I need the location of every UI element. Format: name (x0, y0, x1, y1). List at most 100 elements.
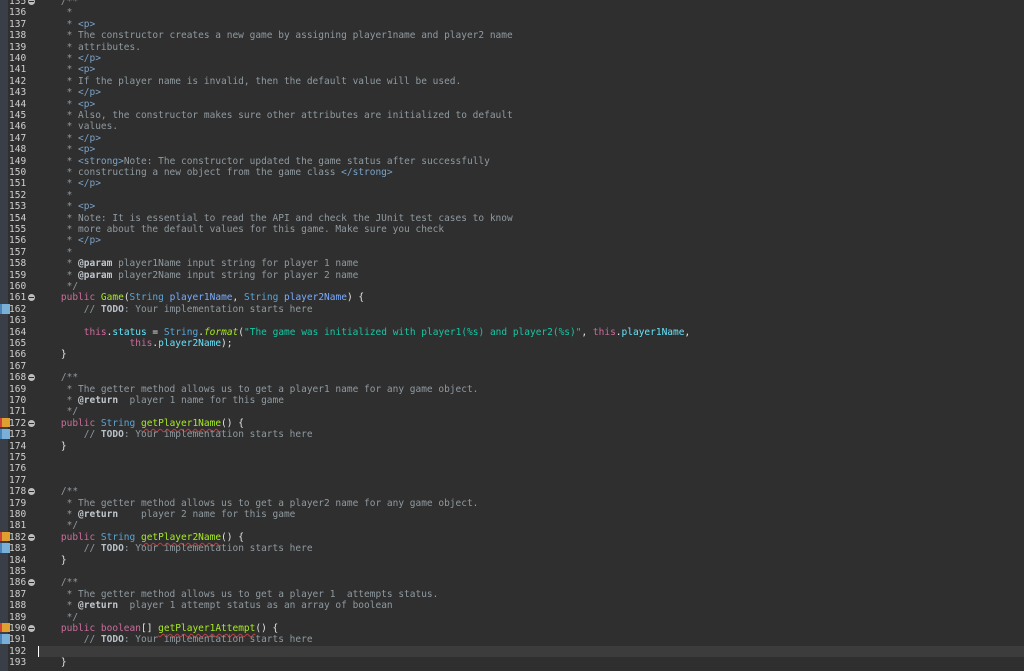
code-token: player2Name input string for player 2 na… (112, 269, 359, 281)
code-line[interactable]: /** (38, 372, 1024, 383)
code-line[interactable]: } (38, 555, 1024, 566)
fold-toggle-icon[interactable] (28, 533, 35, 541)
line-number: 137 (9, 18, 27, 30)
fold-toggle-icon[interactable] (28, 579, 35, 587)
gutter-line: 170 (0, 395, 38, 406)
gutter-line: 166 (0, 349, 38, 360)
code-line[interactable]: /** (38, 577, 1024, 588)
code-line[interactable] (38, 566, 1024, 577)
code-line[interactable]: } (38, 349, 1024, 360)
code-token: format (203, 326, 239, 338)
code-line[interactable]: /** (38, 0, 1024, 7)
gutter-line: 168 (0, 372, 38, 383)
code-line[interactable]: // TODO: Your implementation starts here (38, 304, 1024, 315)
code-line[interactable]: this.status = String.format("The game wa… (38, 327, 1024, 338)
code-line[interactable]: * attributes. (38, 42, 1024, 53)
line-number: 160 (9, 281, 27, 292)
code-token: <strong> (78, 155, 124, 167)
code-line[interactable]: */ (38, 612, 1024, 623)
code-line[interactable]: /** (38, 486, 1024, 497)
code-editor[interactable]: 135 136 137 138 139 140 141 142 143 144 145 146 147 1… (0, 0, 1024, 671)
code-line[interactable] (38, 475, 1024, 486)
code-line[interactable]: public Game(String player1Name, String p… (38, 292, 1024, 303)
code-line[interactable]: * (38, 190, 1024, 201)
code-token: * The getter method allows us to get a p… (38, 383, 479, 395)
code-line[interactable]: * The constructor creates a new game by … (38, 30, 1024, 41)
code-line[interactable]: * @param player1Name input string for pl… (38, 258, 1024, 269)
code-line[interactable]: */ (38, 406, 1024, 417)
code-line[interactable]: } (38, 441, 1024, 452)
code-line[interactable]: */ (38, 520, 1024, 531)
code-line[interactable]: * values. (38, 121, 1024, 132)
code-line[interactable]: * @return player 1 attempt status as an … (38, 600, 1024, 611)
code-line[interactable]: * </p> (38, 235, 1024, 246)
code-line[interactable] (38, 452, 1024, 463)
code-token: String (243, 292, 285, 304)
code-token: getPlayer1Attempt (158, 623, 256, 634)
code-line[interactable]: * <p> (38, 144, 1024, 155)
code-line[interactable]: * </p> (38, 133, 1024, 144)
code-line[interactable]: * </p> (38, 53, 1024, 64)
line-number: 157 (9, 246, 27, 258)
code-line[interactable]: * Also, the constructor makes sure other… (38, 110, 1024, 121)
code-line[interactable]: * (38, 247, 1024, 258)
fold-toggle-icon[interactable] (28, 374, 35, 382)
line-number: 143 (9, 87, 27, 99)
code-line[interactable]: * @param player2Name input string for pl… (38, 270, 1024, 281)
code-line[interactable]: public String getPlayer1Name() { (38, 418, 1024, 429)
code-line[interactable]: // TODO: Your implementation starts here (38, 543, 1024, 554)
code-token: * attributes. (38, 41, 141, 53)
code-token: </strong> (341, 167, 393, 178)
code-line[interactable]: */ (38, 281, 1024, 292)
code-line[interactable]: * <p> (38, 19, 1024, 30)
code-line[interactable]: * Note: It is essential to read the API … (38, 213, 1024, 224)
code-line[interactable]: * <strong>Note: The constructor updated … (38, 156, 1024, 167)
code-line[interactable]: * The getter method allows us to get a p… (38, 384, 1024, 395)
gutter-line: 151 (0, 178, 38, 189)
code-token: /** (38, 372, 79, 384)
code-line[interactable]: * @return player 1 name for this game (38, 395, 1024, 406)
code-line[interactable]: * more about the default values for this… (38, 224, 1024, 235)
code-line[interactable]: * If the player name is invalid, then th… (38, 76, 1024, 87)
code-token: public (38, 417, 101, 429)
code-line[interactable]: * </p> (38, 87, 1024, 98)
code-token: * (38, 7, 73, 19)
code-line[interactable]: * (38, 7, 1024, 18)
current-code-line[interactable] (38, 645, 1024, 658)
line-number: 192 (9, 645, 27, 657)
code-line[interactable]: // TODO: Your implementation starts here (38, 429, 1024, 440)
fold-toggle-icon[interactable] (28, 0, 35, 5)
code-token: TODO (100, 634, 124, 646)
code-line[interactable]: public String getPlayer2Name() { (38, 532, 1024, 543)
code-area[interactable]: /** * * <p> * The constructor creates a … (38, 0, 1024, 671)
code-line[interactable] (38, 361, 1024, 372)
gutter-line: 187 (0, 589, 38, 600)
fold-toggle-icon[interactable] (28, 419, 35, 427)
fold-toggle-icon[interactable] (28, 488, 35, 496)
code-line[interactable]: // TODO: Your implementation starts here (38, 634, 1024, 645)
code-token: () { (221, 531, 244, 543)
fold-toggle-icon[interactable] (28, 625, 35, 632)
code-line[interactable]: * </p> (38, 178, 1024, 189)
gutter-line: 176 (0, 463, 38, 474)
code-line[interactable]: * <p> (38, 64, 1024, 75)
code-line[interactable]: public boolean[] getPlayer1Attempt() { (38, 623, 1024, 634)
code-line[interactable]: * <p> (38, 99, 1024, 110)
code-line[interactable] (38, 315, 1024, 326)
gutter-line: 135 (0, 0, 38, 7)
code-line[interactable]: * constructing a new object from the gam… (38, 167, 1024, 178)
code-token: player2Name (158, 338, 222, 349)
code-line[interactable]: this.player2Name); (38, 338, 1024, 349)
line-number: 148 (9, 144, 27, 156)
code-line[interactable]: * @return player 2 name for this game (38, 509, 1024, 520)
code-line[interactable]: * The getter method allows us to get a p… (38, 498, 1024, 509)
gutter-line: 156 (0, 235, 38, 246)
fold-toggle-icon[interactable] (28, 294, 35, 302)
code-line[interactable]: * The getter method allows us to get a p… (38, 589, 1024, 600)
gutter-line: 158 (0, 258, 38, 269)
code-token: * (38, 98, 79, 110)
code-line[interactable]: } (38, 657, 1024, 668)
code-line[interactable] (38, 463, 1024, 474)
code-token: this (592, 326, 616, 338)
code-line[interactable]: * <p> (38, 201, 1024, 212)
